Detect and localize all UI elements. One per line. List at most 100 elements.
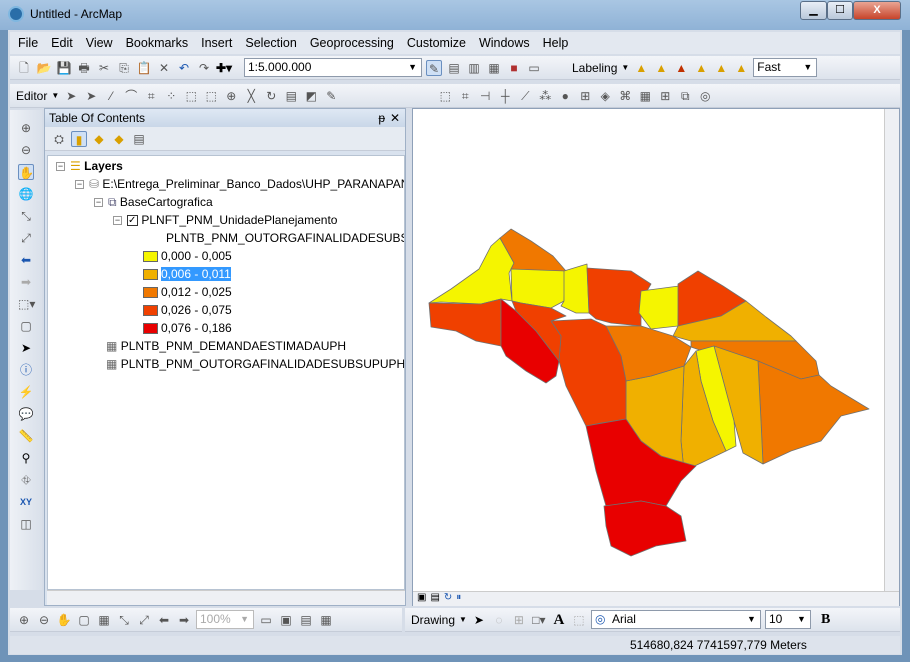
menu-edit[interactable]: Edit <box>51 36 73 50</box>
map-canvas[interactable] <box>413 109 885 591</box>
full-extent-icon[interactable]: 🌐 <box>18 186 34 202</box>
layout-view-icon[interactable]: ▤ <box>430 592 439 606</box>
attributes-icon[interactable]: ▤ <box>283 88 299 104</box>
options-icon[interactable]: ▤ <box>131 131 147 147</box>
rotate-icon[interactable]: ↻ <box>263 88 279 104</box>
measure-icon[interactable]: 📏 <box>18 428 34 444</box>
database-node[interactable]: − ⛁ E:\Entrega_Preliminar_Banco_Dados\UHP… <box>75 175 404 193</box>
catalog-icon[interactable]: ▥ <box>466 60 482 76</box>
refresh-icon[interactable]: ↻ <box>444 592 452 606</box>
legend-class-selected[interactable]: 0,006 - 0,011 <box>143 265 231 283</box>
editor-menu[interactable]: Editor <box>16 89 47 103</box>
legend-class[interactable]: 0,076 - 0,186 <box>143 319 232 337</box>
planning-unit[interactable] <box>757 360 870 465</box>
bold-button[interactable]: B <box>821 612 830 628</box>
collapse-icon[interactable]: − <box>113 216 122 226</box>
menu-customize[interactable]: Customize <box>407 36 466 50</box>
python-window-icon[interactable]: ▭ <box>526 60 542 76</box>
toggle-draft-mode-icon[interactable]: ▭ <box>258 612 274 628</box>
planning-unit[interactable] <box>428 237 515 305</box>
menu-bookmarks[interactable]: Bookmarks <box>126 36 189 50</box>
collapse-icon[interactable]: − <box>56 162 65 172</box>
minimize-button[interactable]: ▁ <box>800 1 827 20</box>
planning-unit[interactable] <box>560 263 590 314</box>
layer-node[interactable]: − ✓ PLNFT_PNM_UnidadePlanejamento <box>113 211 337 229</box>
menu-windows[interactable]: Windows <box>479 36 530 50</box>
focus-data-frame-icon[interactable]: ▣ <box>278 612 294 628</box>
paste-icon[interactable]: 📋 <box>136 60 152 76</box>
topology-edit-icon[interactable]: ⌗ <box>457 88 473 104</box>
toc-horizontal-scrollbar[interactable] <box>47 590 405 605</box>
split-icon[interactable]: ╳ <box>243 88 259 104</box>
html-popup-icon[interactable]: 💬 <box>18 406 34 422</box>
label-weight-icon[interactable]: ▲ <box>673 60 689 76</box>
extend-icon[interactable]: ┼ <box>497 88 513 104</box>
planning-unit[interactable] <box>603 500 687 557</box>
undo-icon[interactable]: ↶ <box>176 60 192 76</box>
select-elements-icon[interactable]: ➤ <box>18 340 34 356</box>
clear-selection-icon[interactable]: ▢ <box>18 318 34 334</box>
select-elements-icon[interactable]: ➤ <box>471 612 487 628</box>
list-by-source-icon[interactable]: ▮ <box>71 130 87 147</box>
end-point-arc-icon[interactable]: ⌒ <box>123 88 139 104</box>
label-quality-combo[interactable]: Fast ▼ <box>753 58 818 77</box>
text-icon[interactable]: A <box>551 612 567 628</box>
zoom-in-icon[interactable]: ⊕ <box>18 120 34 136</box>
rectangle-icon[interactable]: □▾ <box>531 612 547 628</box>
merge-icon[interactable]: ◈ <box>597 88 613 104</box>
buffer-icon[interactable]: ▦ <box>637 88 653 104</box>
label-priority-icon[interactable]: ▲ <box>653 60 669 76</box>
menu-file[interactable]: File <box>18 36 38 50</box>
close-button[interactable]: X <box>853 1 901 20</box>
legend-class[interactable]: 0,026 - 0,075 <box>143 301 232 319</box>
legend-class[interactable]: 0,000 - 0,005 <box>143 247 232 265</box>
reshape-icon[interactable]: ⬚ <box>203 88 219 104</box>
generalize-icon[interactable]: ⁂ <box>537 88 553 104</box>
zoom-to-selected-elements-icon[interactable]: ⊞ <box>511 612 527 628</box>
save-icon[interactable]: 💾 <box>56 60 72 76</box>
topology-icon[interactable]: ⬚ <box>437 88 453 104</box>
legend-class[interactable]: 0,012 - 0,025 <box>143 283 232 301</box>
time-slider-icon[interactable]: ◫ <box>18 516 34 532</box>
data-view-icon[interactable]: ▣ <box>417 592 426 606</box>
open-icon[interactable]: 📂 <box>36 60 52 76</box>
redo-icon[interactable]: ↷ <box>196 60 212 76</box>
clip-icon[interactable]: ◎ <box>697 88 713 104</box>
table-node[interactable]: ▦ PLNTB_PNM_DEMANDAESTIMADAUPH <box>106 337 346 355</box>
fixed-zoom-in-layout-icon[interactable]: ⤡ <box>116 612 132 628</box>
table-node[interactable]: ▦ PLNTB_PNM_OUTORGAFINALIDADESUBSUPUPH <box>106 355 404 373</box>
find-route-icon[interactable]: ⛗ <box>18 472 34 488</box>
zoom-out-icon[interactable]: ⊖ <box>18 142 34 158</box>
map-scale-combo[interactable]: 1:5.000.000 ▼ <box>244 58 422 77</box>
table-of-contents-icon[interactable]: ▤ <box>446 60 462 76</box>
layer-visibility-checkbox[interactable]: ✓ <box>127 215 138 227</box>
smooth-icon[interactable]: ● <box>557 88 573 104</box>
point-icon[interactable]: ⁘ <box>163 88 179 104</box>
list-by-selection-icon[interactable]: ◆ <box>111 131 127 147</box>
forward-extent-icon[interactable]: ➡ <box>176 612 192 628</box>
forward-icon[interactable]: ➡ <box>18 274 34 290</box>
labeling-menu[interactable]: Labeling <box>572 61 617 75</box>
find-icon[interactable]: ⚲ <box>18 450 34 466</box>
list-by-visibility-icon[interactable]: ◆ <box>91 131 107 147</box>
copy-parallel-icon[interactable]: ⧉ <box>677 88 693 104</box>
arctoolbox-icon[interactable]: ■ <box>506 60 522 76</box>
line-intersection-icon[interactable]: ⟋ <box>517 88 533 104</box>
collapse-icon[interactable]: − <box>75 180 84 190</box>
identify-icon[interactable]: ⓘ <box>18 362 34 378</box>
delete-icon[interactable]: ✕ <box>156 60 172 76</box>
layout-zoom-out-icon[interactable]: ⊖ <box>36 612 52 628</box>
align-edge-icon[interactable]: ⊞ <box>577 88 593 104</box>
layers-node[interactable]: − ☰ Layers <box>56 157 123 175</box>
pause-labeling-icon[interactable]: ▲ <box>713 60 729 76</box>
trace-icon[interactable]: ⌗ <box>143 88 159 104</box>
trim-icon[interactable]: ⊣ <box>477 88 493 104</box>
union-icon[interactable]: ⊞ <box>657 88 673 104</box>
back-extent-icon[interactable]: ⬅ <box>156 612 172 628</box>
change-layout-icon[interactable]: ▤ <box>298 612 314 628</box>
back-icon[interactable]: ⬅ <box>18 252 34 268</box>
planning-unit[interactable] <box>638 285 680 330</box>
pause-drawing-icon[interactable]: ⏸ <box>456 592 461 606</box>
create-features-icon[interactable]: ✎ <box>323 88 339 104</box>
layout-zoom-combo[interactable]: 100% ▼ <box>196 610 254 629</box>
